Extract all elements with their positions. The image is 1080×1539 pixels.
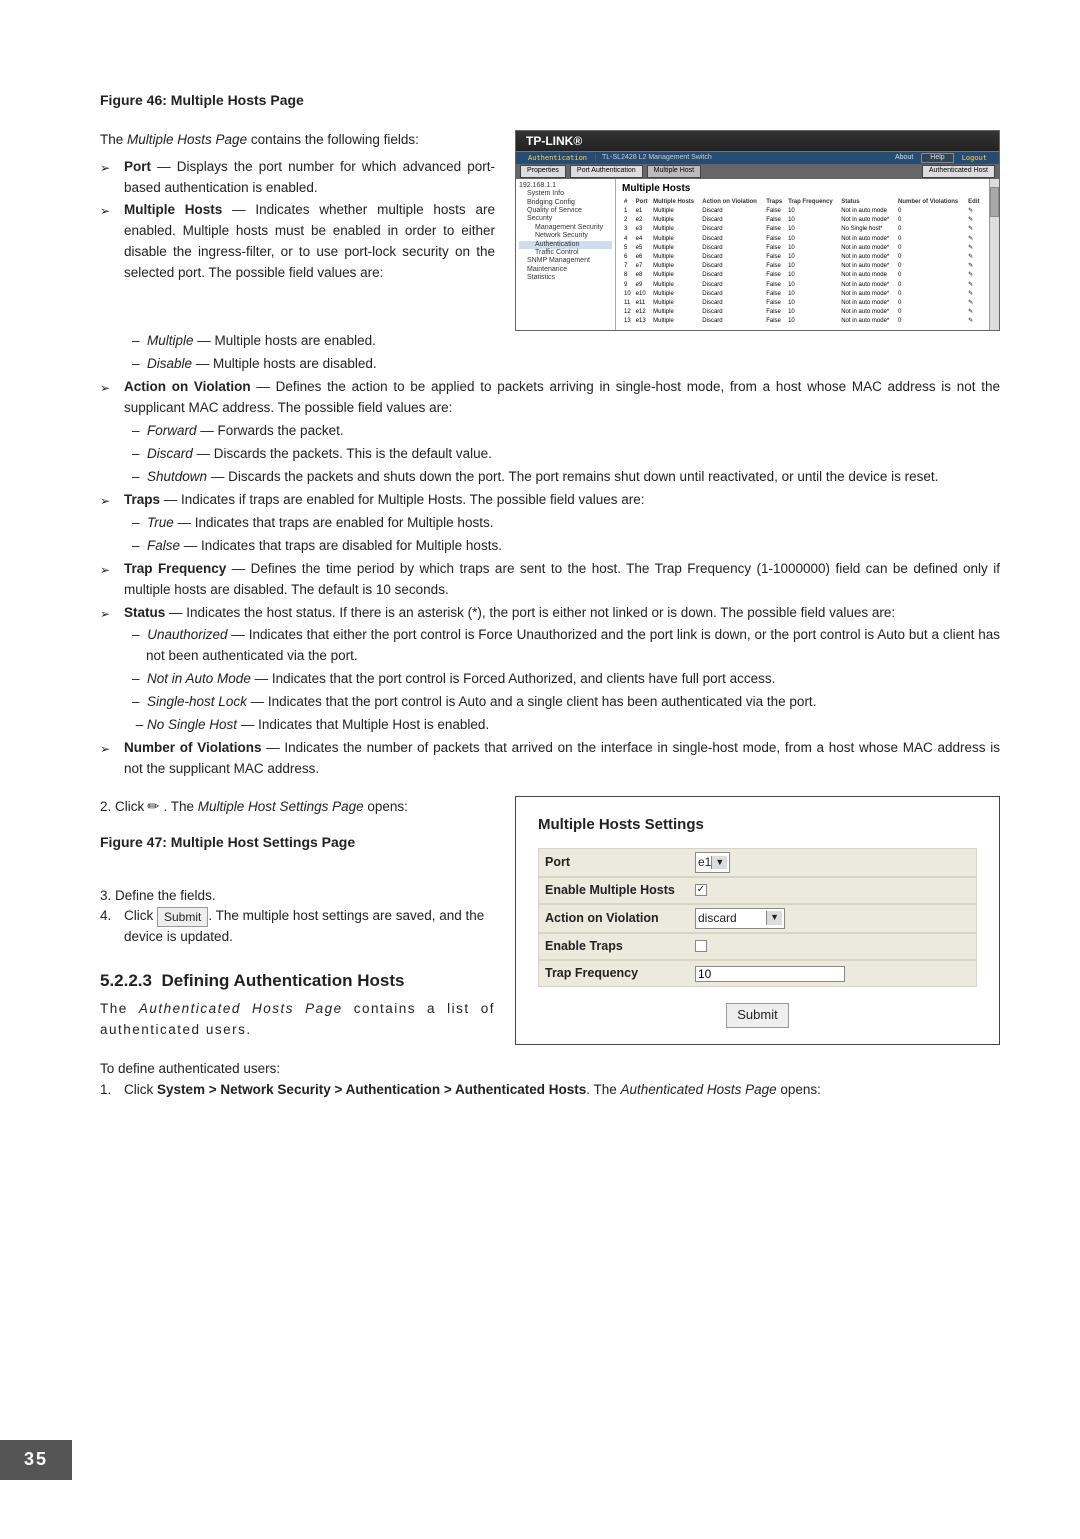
port-select[interactable]: e1▼ (695, 852, 730, 873)
bullet-arrow: ➢ (100, 377, 124, 419)
value-true: – True — Indicates that traps are enable… (100, 513, 1000, 534)
value-single-host-lock: – Single-host Lock — Indicates that the … (100, 692, 1000, 713)
screenshot-multiple-hosts: TP-LINK® Authentication TL-SL2428 L2 Man… (515, 130, 1000, 332)
bullet-arrow: ➢ (100, 603, 124, 624)
figure-47-title: Figure 47: Multiple Host Settings Page (100, 832, 495, 854)
logout-link: Logout (954, 154, 995, 162)
tab-auth-host: Authenticated Host (922, 165, 995, 177)
section-5-2-2-3: 5.2.2.3 Defining Authentication Hosts (100, 968, 495, 994)
main-pane: Multiple Hosts #PortMultiple HostsAction… (616, 179, 989, 331)
port-label: Port (545, 853, 695, 872)
value-no-single-host: – No Single Host — Indicates that Multip… (100, 715, 1000, 736)
field-multiple-hosts: Multiple Hosts — Indicates whether multi… (124, 200, 495, 284)
help-link: Help (921, 153, 953, 163)
tab-port-auth: Port Authentication (570, 165, 643, 177)
tab-multiple-host: Multiple Host (647, 165, 701, 177)
enable-traps-checkbox[interactable] (695, 940, 707, 952)
settings-title: Multiple Hosts Settings (538, 813, 977, 836)
enable-multiple-hosts-checkbox[interactable] (695, 884, 707, 896)
trap-frequency-label: Trap Frequency (545, 964, 695, 983)
field-traps: Traps — Indicates if traps are enabled f… (124, 490, 645, 511)
submit-button[interactable]: Submit (726, 1003, 788, 1027)
field-action-on-violation: Action on Violation — Defines the action… (124, 377, 1000, 419)
page-number: 35 (0, 1440, 72, 1480)
value-not-in-auto: – Not in Auto Mode — Indicates that the … (100, 669, 1000, 690)
brand-bar: TP-LINK® (516, 131, 999, 152)
about-link: About (887, 154, 921, 162)
trap-frequency-input[interactable] (695, 966, 845, 982)
nav-tree: 192.168.1.1 System Info Bridging Config … (516, 179, 616, 331)
step-1b: 1. Click System > Network Security > Aut… (100, 1080, 1000, 1101)
multiple-hosts-table: #PortMultiple HostsAction on ViolationTr… (622, 198, 983, 327)
step-2: 2. Click ✎ . The Multiple Host Settings … (100, 796, 495, 818)
value-multiple: – Multiple — Multiple hosts are enabled. (100, 331, 1000, 352)
intro-text: The Multiple Hosts Page contains the fol… (100, 130, 495, 151)
model-text: TL-SL2428 L2 Management Switch (595, 154, 887, 162)
bullet-arrow: ➢ (100, 738, 124, 780)
figure-46-title: Figure 46: Multiple Hosts Page (100, 90, 1000, 112)
value-discard: – Discard — Discards the packets. This i… (100, 444, 1000, 465)
section-desc: The Authenticated Hosts Page contains a … (100, 999, 495, 1041)
scrollbar (989, 179, 999, 331)
to-define: To define authenticated users: (100, 1059, 1000, 1080)
tabs-bar: Properties Port Authentication Multiple … (516, 164, 999, 178)
field-number-of-violations: Number of Violations — Indicates the num… (124, 738, 1000, 780)
chevron-down-icon: ▼ (711, 856, 727, 870)
bullet-arrow: ➢ (100, 200, 124, 284)
value-disable: – Disable — Multiple hosts are disabled. (100, 354, 1000, 375)
field-status: Status — Indicates the host status. If t… (124, 603, 895, 624)
step-3: 3. Define the fields. (100, 886, 495, 907)
action-on-violation-label: Action on Violation (545, 909, 695, 928)
field-port: Port — Displays the port number for whic… (124, 157, 495, 199)
pane-heading: Multiple Hosts (622, 183, 983, 195)
enable-traps-label: Enable Traps (545, 937, 695, 956)
chevron-down-icon: ▼ (766, 911, 782, 925)
step-4: 4. Click Submit. The multiple host setti… (100, 906, 495, 948)
action-on-violation-select[interactable]: discard▼ (695, 908, 785, 929)
bullet-arrow: ➢ (100, 490, 124, 511)
tab-properties: Properties (520, 165, 566, 177)
value-false: – False — Indicates that traps are disab… (100, 536, 1000, 557)
enable-multiple-hosts-label: Enable Multiple Hosts (545, 881, 695, 900)
value-forward: – Forward — Forwards the packet. (100, 421, 1000, 442)
bullet-arrow: ➢ (100, 157, 124, 199)
value-unauthorized: – Unauthorized — Indicates that either t… (100, 625, 1000, 667)
field-trap-frequency: Trap Frequency — Defines the time period… (124, 559, 1000, 601)
breadcrumb: Authentication (520, 154, 595, 162)
multiple-hosts-settings-panel: Multiple Hosts Settings Port e1▼ Enable … (515, 796, 1000, 1045)
submit-button-inline: Submit (157, 907, 208, 928)
bullet-arrow: ➢ (100, 559, 124, 601)
value-shutdown: – Shutdown — Discards the packets and sh… (100, 467, 1000, 488)
